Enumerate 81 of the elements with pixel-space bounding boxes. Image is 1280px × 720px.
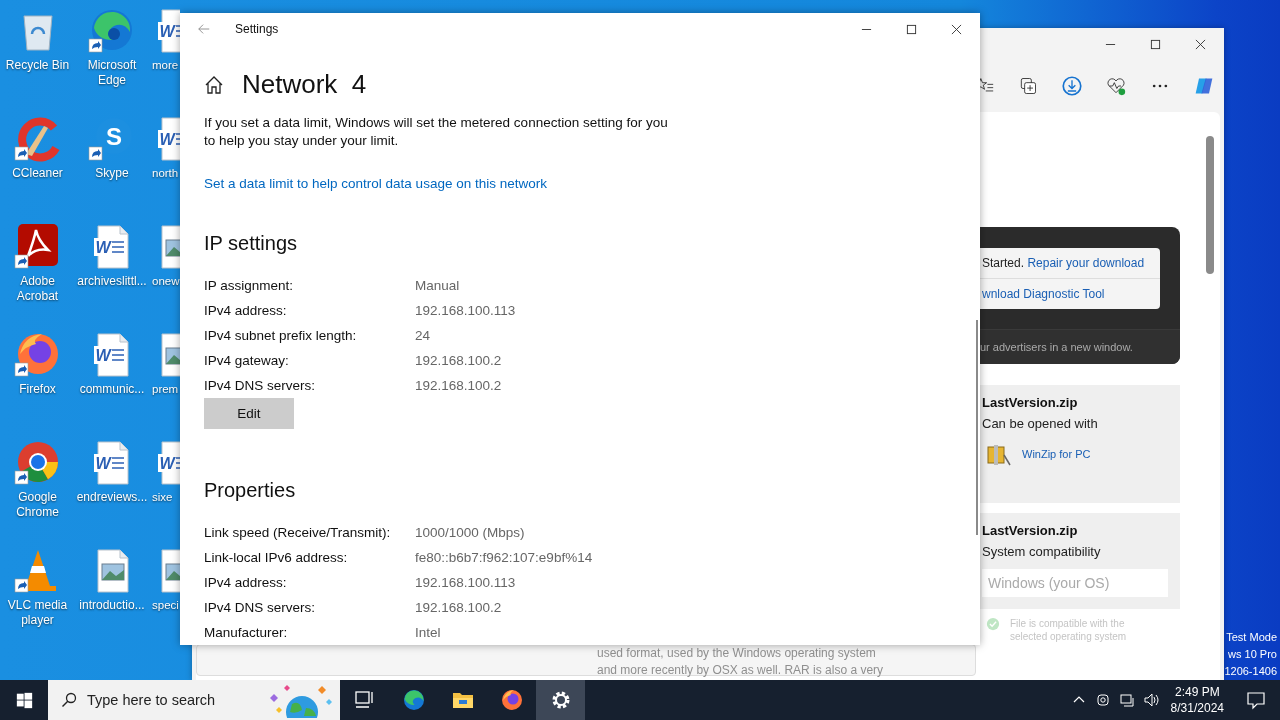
desktop-icon-label[interactable]: prem — [152, 382, 179, 397]
window-title: Settings — [235, 22, 279, 36]
property-label: IPv4 gateway: — [204, 353, 290, 368]
edit-button[interactable]: Edit — [204, 398, 294, 429]
download-icon[interactable] — [1062, 76, 1082, 96]
close-icon[interactable] — [1195, 38, 1206, 50]
desktop-icon-label[interactable]: Skype — [95, 166, 129, 181]
fox-globe-icon — [499, 688, 524, 712]
desktop-icon-label[interactable]: communic... — [79, 382, 145, 397]
property-value: 24 — [415, 328, 431, 343]
property-label: IP assignment: — [204, 278, 295, 293]
desktop-icon-label[interactable]: onew — [152, 274, 180, 289]
assistant-logo-icon[interactable] — [1194, 76, 1214, 96]
search-field[interactable]: Type here to search — [48, 680, 340, 720]
property-value: 192.168.100.113 — [415, 303, 516, 318]
intro-text: If you set a data limit, Windows will set the metered connection setting for you to help you stay under your limit. — [204, 114, 669, 150]
clock[interactable]: 2:49 PM 8/31/2024 — [1170, 684, 1224, 716]
taskbar-button[interactable] — [536, 680, 585, 720]
notification-icon[interactable] — [1246, 690, 1266, 710]
description-line: used format, used by the Windows operating system — [597, 645, 877, 662]
maximize-icon[interactable] — [1150, 38, 1161, 50]
desktop-icon-label[interactable]: VLC media player — [1, 598, 74, 628]
section-heading: IP settings — [204, 232, 299, 255]
property-label: IPv4 address: — [204, 303, 288, 318]
file-name: LastVersion.zip — [982, 395, 1079, 410]
property-label: Link-local IPv6 address: — [204, 550, 349, 565]
section-heading: Properties — [204, 479, 297, 502]
page-title: Network 4 — [242, 69, 367, 100]
diagnostic-tool-link[interactable]: wnload Diagnostic Tool — [982, 287, 1105, 301]
desktop-icon-label[interactable]: Microsoft Edge — [76, 58, 148, 88]
heartbeat-icon[interactable] — [1106, 76, 1126, 96]
desktop-icon-label[interactable]: Google Chrome — [1, 490, 74, 520]
home-icon[interactable] — [204, 74, 224, 95]
close-icon[interactable] — [951, 23, 962, 35]
property-label: Link speed (Receive/Transmit): — [204, 525, 392, 540]
property-label: IPv4 address: — [204, 575, 288, 590]
brush-logo-icon[interactable] — [13, 114, 62, 162]
property-value: fe80::b6b7:f962:107:e9bf%14 — [415, 550, 593, 565]
property-label: IPv4 DNS servers: — [204, 378, 317, 393]
system-info-text: Test Mode ws 10 Pro 1206-1406 — [1224, 630, 1277, 679]
check-circle-icon — [986, 617, 1000, 631]
card-subtitle: Can be opened with — [982, 416, 1099, 431]
property-value: Intel — [415, 625, 441, 640]
ad-notice-text: ur advertisers in a new window. — [980, 329, 1180, 364]
desktop-icon-label[interactable]: Firefox — [19, 382, 56, 397]
property-value: 1000/1000 (Mbps) — [415, 525, 525, 540]
search-icon — [61, 692, 77, 708]
property-label: IPv4 subnet prefix length: — [204, 328, 358, 343]
start-icon[interactable] — [16, 691, 33, 709]
swirl-logo-icon — [401, 688, 426, 712]
property-value: 192.168.100.2 — [415, 378, 502, 393]
property-value: 192.168.100.113 — [415, 575, 516, 590]
desktop-icon-label[interactable]: speci — [152, 598, 179, 613]
desktop-icon-label[interactable]: sixe — [152, 490, 173, 505]
network-icon[interactable] — [1118, 692, 1135, 708]
os-select[interactable]: Windows (your OS) — [982, 569, 1168, 597]
notice-text: Started. — [982, 256, 1025, 270]
description-line: and more recently by OSX as well. RAR is also a very — [597, 662, 885, 679]
collections-icon[interactable] — [1018, 76, 1038, 96]
card-subtitle: System compatibility — [982, 544, 1102, 559]
volume-icon[interactable] — [1142, 692, 1159, 708]
desktop-icon-label[interactable]: Adobe Acrobat — [1, 274, 74, 304]
file-name: LastVersion.zip — [982, 523, 1079, 538]
property-value: Manual — [415, 278, 460, 293]
desktop-icon-label[interactable]: archiveslittl... — [77, 274, 147, 289]
desktop-icon-label[interactable]: more — [152, 58, 179, 73]
scrollbar[interactable] — [976, 320, 978, 535]
data-limit-link[interactable]: Set a data limit to help control data usage on this network — [204, 176, 547, 191]
desktop-icon-label[interactable]: Recycle Bin — [5, 58, 70, 73]
app-link[interactable]: WinZip for PC — [1022, 448, 1091, 460]
desktop-icon-label[interactable]: endreviews... — [76, 490, 148, 505]
repair-link[interactable]: Repair your download — [1027, 256, 1145, 270]
desktop-icon-label[interactable]: introductio... — [79, 598, 145, 613]
property-value: 192.168.100.2 — [415, 600, 502, 615]
property-value: 192.168.100.2 — [415, 353, 502, 368]
desktop-icon-label[interactable]: north — [152, 166, 179, 181]
camera-icon[interactable] — [1094, 692, 1111, 708]
maximize-icon[interactable] — [906, 23, 917, 35]
property-label: Manufacturer: — [204, 625, 289, 640]
desktop-icon-label[interactable]: CCleaner — [12, 166, 63, 181]
property-label: IPv4 DNS servers: — [204, 600, 317, 615]
